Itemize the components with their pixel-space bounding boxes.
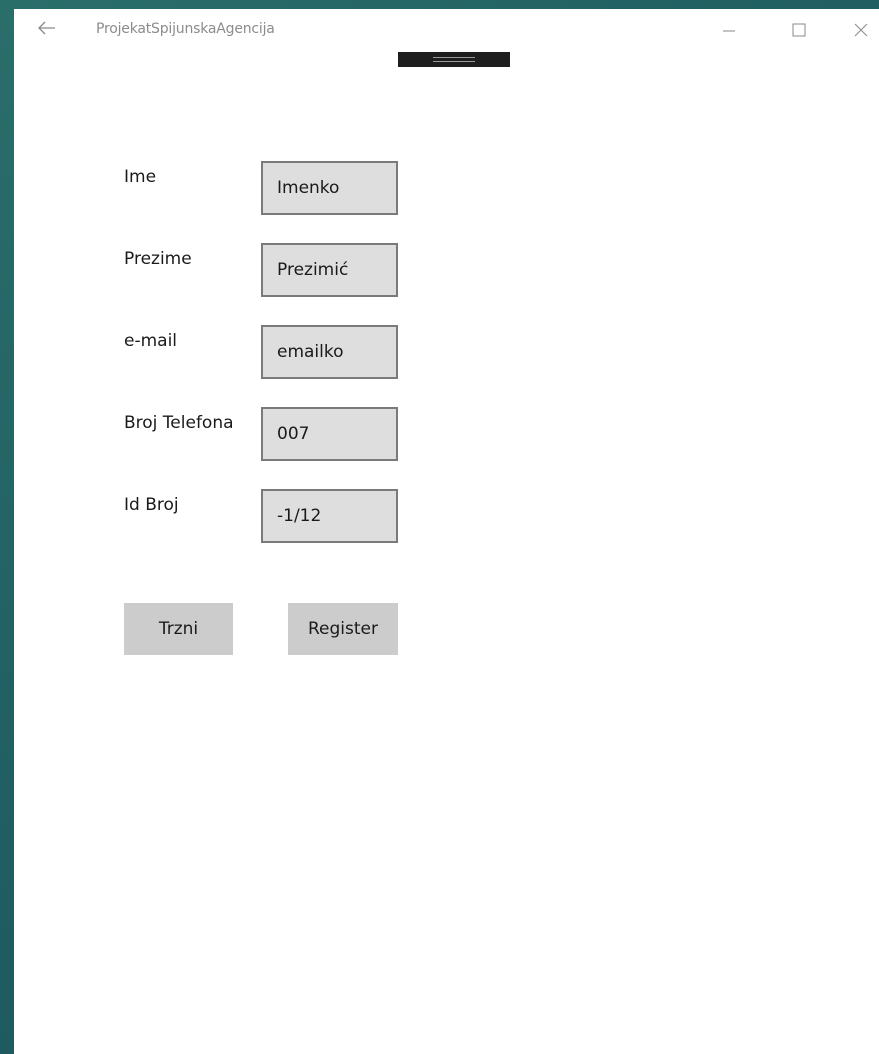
minimize-icon[interactable]: [716, 17, 742, 43]
id-broj-label: Id Broj: [124, 495, 179, 515]
back-arrow-icon[interactable]: [36, 19, 58, 41]
maximize-icon[interactable]: [786, 17, 812, 43]
app-window: ProjekatSpijunskaAgencija Ime Prezime e-…: [14, 9, 879, 1054]
tablet-drag-handle[interactable]: [398, 52, 510, 67]
prezime-label: Prezime: [124, 249, 192, 269]
broj-telefona-input[interactable]: [261, 407, 398, 461]
close-icon[interactable]: [848, 17, 874, 43]
ime-label: Ime: [124, 167, 157, 187]
register-button[interactable]: Register: [288, 603, 398, 655]
grip-icon: [433, 57, 475, 62]
prezime-input[interactable]: [261, 243, 398, 297]
id-broj-input[interactable]: [261, 489, 398, 543]
ime-input[interactable]: [261, 161, 398, 215]
broj-telefona-label: Broj Telefona: [124, 413, 234, 433]
window-title: ProjekatSpijunskaAgencija: [96, 21, 275, 37]
trzni-button[interactable]: Trzni: [124, 603, 233, 655]
title-bar: ProjekatSpijunskaAgencija: [14, 9, 879, 51]
email-input[interactable]: [261, 325, 398, 379]
email-label: e-mail: [124, 331, 178, 351]
